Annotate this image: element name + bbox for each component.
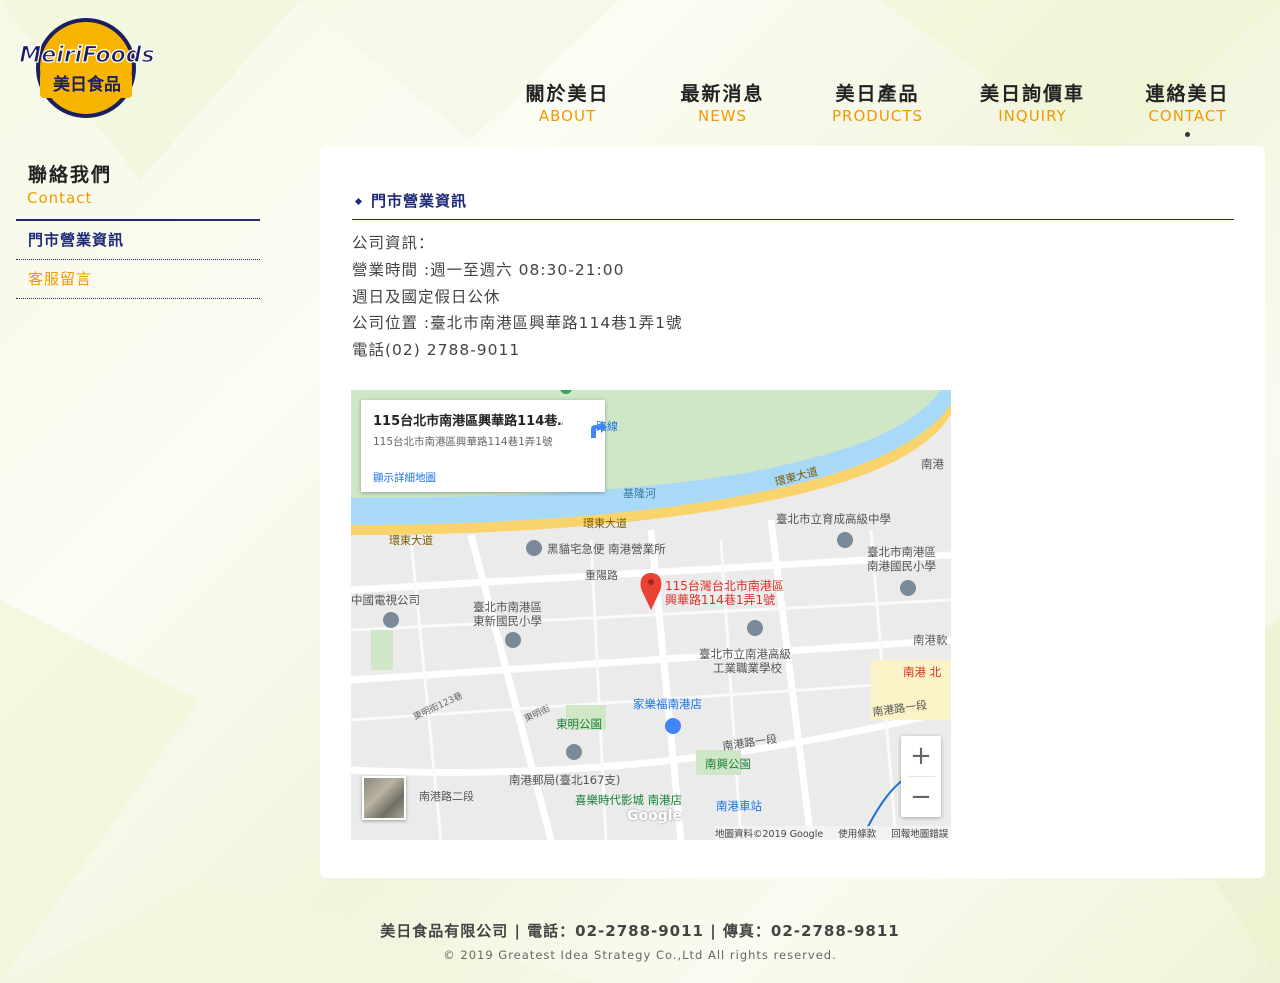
map-label-road-east3: 環東大道 [389, 533, 433, 547]
map-label-chongyang: 重陽路 [585, 568, 618, 582]
site-logo[interactable]: MeiriFoods 美日食品 [14, 12, 160, 118]
store-info: 公司資訊： 營業時間 :週一至週六 08:30-21:00 週日及國定假日公休 … [352, 230, 682, 364]
nav-about-sub: ABOUT [538, 107, 597, 125]
logo-text-en: MeiriFoods [19, 43, 154, 68]
sidebar-item-store-info[interactable]: 門市營業資訊 [16, 221, 260, 260]
map-label-nangang-rd2: 南港路二段 [419, 789, 474, 803]
nav-about-label: 關於美日 [525, 83, 610, 105]
section-header: 門市營業資訊 [352, 190, 1234, 220]
map-footer: 地圖資料©2019 Google 使用條款 回報地圖錯誤 [715, 826, 951, 840]
map-pin-label-2: 興華路114巷1弄1號 [665, 592, 775, 607]
directions-icon [591, 421, 607, 438]
section-bullet-icon [354, 197, 363, 206]
nav-products-sub: PRODUCTS [832, 107, 923, 125]
section-title: 門市營業資訊 [371, 192, 468, 210]
map-info-card: 115台北市南港區興華路114巷… 115台北市南港區興華路114巷1弄1號 路… [361, 400, 618, 492]
map-label-ctv: 中國電視公司 [351, 593, 420, 607]
map-label-dongxin-2: 東新國民小學 [473, 614, 542, 628]
info-address: 公司位置 :臺北市南港區興華路114巷1弄1號 [352, 314, 683, 333]
satellite-toggle[interactable] [362, 776, 406, 820]
map-label-nangang-north: 南港 北 [903, 665, 942, 679]
map-label-cinema: 喜樂時代影城 南港店 [575, 793, 682, 807]
sidebar-subtitle: Contact [27, 189, 93, 207]
google-map[interactable]: 基隆河 環東大道 環東大道 環東大道 黑貓宅急便 南港營業所 臺北市立育成高級中… [351, 390, 951, 840]
nav-news-label: 最新消息 [680, 83, 765, 105]
map-label-vocational-2: 工業職業學校 [713, 661, 782, 675]
nav-inquiry[interactable]: 美日詢價車 INQUIRY [955, 82, 1110, 137]
info-phone: 電話(02) 2788-9011 [352, 341, 521, 360]
map-card-address: 115台北市南港區興華路114巷1弄1號 [373, 436, 553, 448]
directions-button[interactable]: 路線 [587, 418, 627, 438]
map-label-carrefour: 家樂福南港店 [633, 697, 702, 711]
nav-products-label: 美日產品 [835, 83, 920, 105]
map-label-river: 基隆河 [623, 486, 656, 500]
footer-contact: 美日食品有限公司 | 電話：02-2788-9011 | 傳真：02-2788-… [380, 922, 900, 940]
map-label-post-office: 南港郵局(臺北167支) [509, 773, 620, 787]
main-nav: 關於美日 ABOUT 最新消息 NEWS 美日產品 PRODUCTS 美日詢價車… [490, 82, 1265, 137]
zoom-in-button[interactable]: + [901, 736, 941, 776]
nav-news-sub: NEWS [697, 107, 748, 125]
map-label-nanxing-park: 南興公園 [705, 757, 751, 771]
map-label-black-cat: 黑貓宅急便 南港營業所 [547, 542, 666, 556]
map-report-link[interactable]: 回報地圖錯誤 [891, 829, 948, 840]
map-card-title: 115台北市南港區興華路114巷… [373, 414, 563, 429]
map-label-nangang-right: 南港軟 [913, 633, 948, 647]
map-pin-label-1: 115台灣台北市南港區 [665, 578, 784, 593]
logo-text-zh: 美日食品 [53, 74, 121, 95]
info-holiday: 週日及國定假日公休 [352, 287, 501, 306]
map-label-dongming-park: 東明公園 [556, 717, 602, 731]
sidebar-item-customer-message[interactable]: 客服留言 [16, 260, 260, 299]
view-larger-map-link[interactable]: 顯示詳細地圖 [373, 470, 436, 485]
footer-copyright: © 2019 Greatest Idea Strategy Co.,Ltd Al… [443, 948, 837, 962]
google-logo: Google [627, 808, 683, 824]
map-terms-link[interactable]: 使用條款 [838, 829, 876, 840]
map-zoom-controls: + − [901, 736, 941, 817]
sidebar-title: 聯絡我們 [28, 164, 113, 186]
nav-inquiry-sub: INQUIRY [998, 107, 1067, 125]
map-label-station: 南港車站 [716, 799, 762, 813]
nav-contact-sub: CONTACT [1148, 107, 1227, 125]
info-company: 公司資訊： [352, 234, 435, 252]
nav-active-indicator [1185, 132, 1190, 137]
zoom-out-button[interactable]: − [901, 777, 941, 817]
map-label-yucheng: 臺北市立育成高級中學 [776, 512, 891, 526]
sidebar: 聯絡我們 Contact 門市營業資訊 客服留言 [16, 160, 260, 299]
map-label-nangang-elem-2: 南港國民小學 [867, 559, 936, 573]
nav-inquiry-label: 美日詢價車 [979, 83, 1085, 105]
map-label-vocational-1: 臺北市立南港高級 [699, 647, 791, 661]
map-label-dongxin-1: 臺北市南港區 [473, 600, 542, 614]
info-hours: 營業時間 :週一至週六 08:30-21:00 [352, 260, 625, 279]
nav-contact-label: 連絡美日 [1145, 83, 1230, 105]
nav-about[interactable]: 關於美日 ABOUT [490, 82, 645, 137]
nav-products[interactable]: 美日產品 PRODUCTS [800, 82, 955, 137]
nav-news[interactable]: 最新消息 NEWS [645, 82, 800, 137]
map-attribution: 地圖資料©2019 Google [715, 829, 824, 840]
map-label-nangang-elem-1: 臺北市南港區 [867, 545, 936, 559]
nav-contact[interactable]: 連絡美日 CONTACT [1110, 82, 1265, 137]
map-label-road-east2: 環東大道 [583, 516, 627, 530]
map-label-nangang-top: 南港 [921, 457, 944, 471]
content-panel: 門市營業資訊 公司資訊： 營業時間 :週一至週六 08:30-21:00 週日及… [320, 146, 1265, 878]
